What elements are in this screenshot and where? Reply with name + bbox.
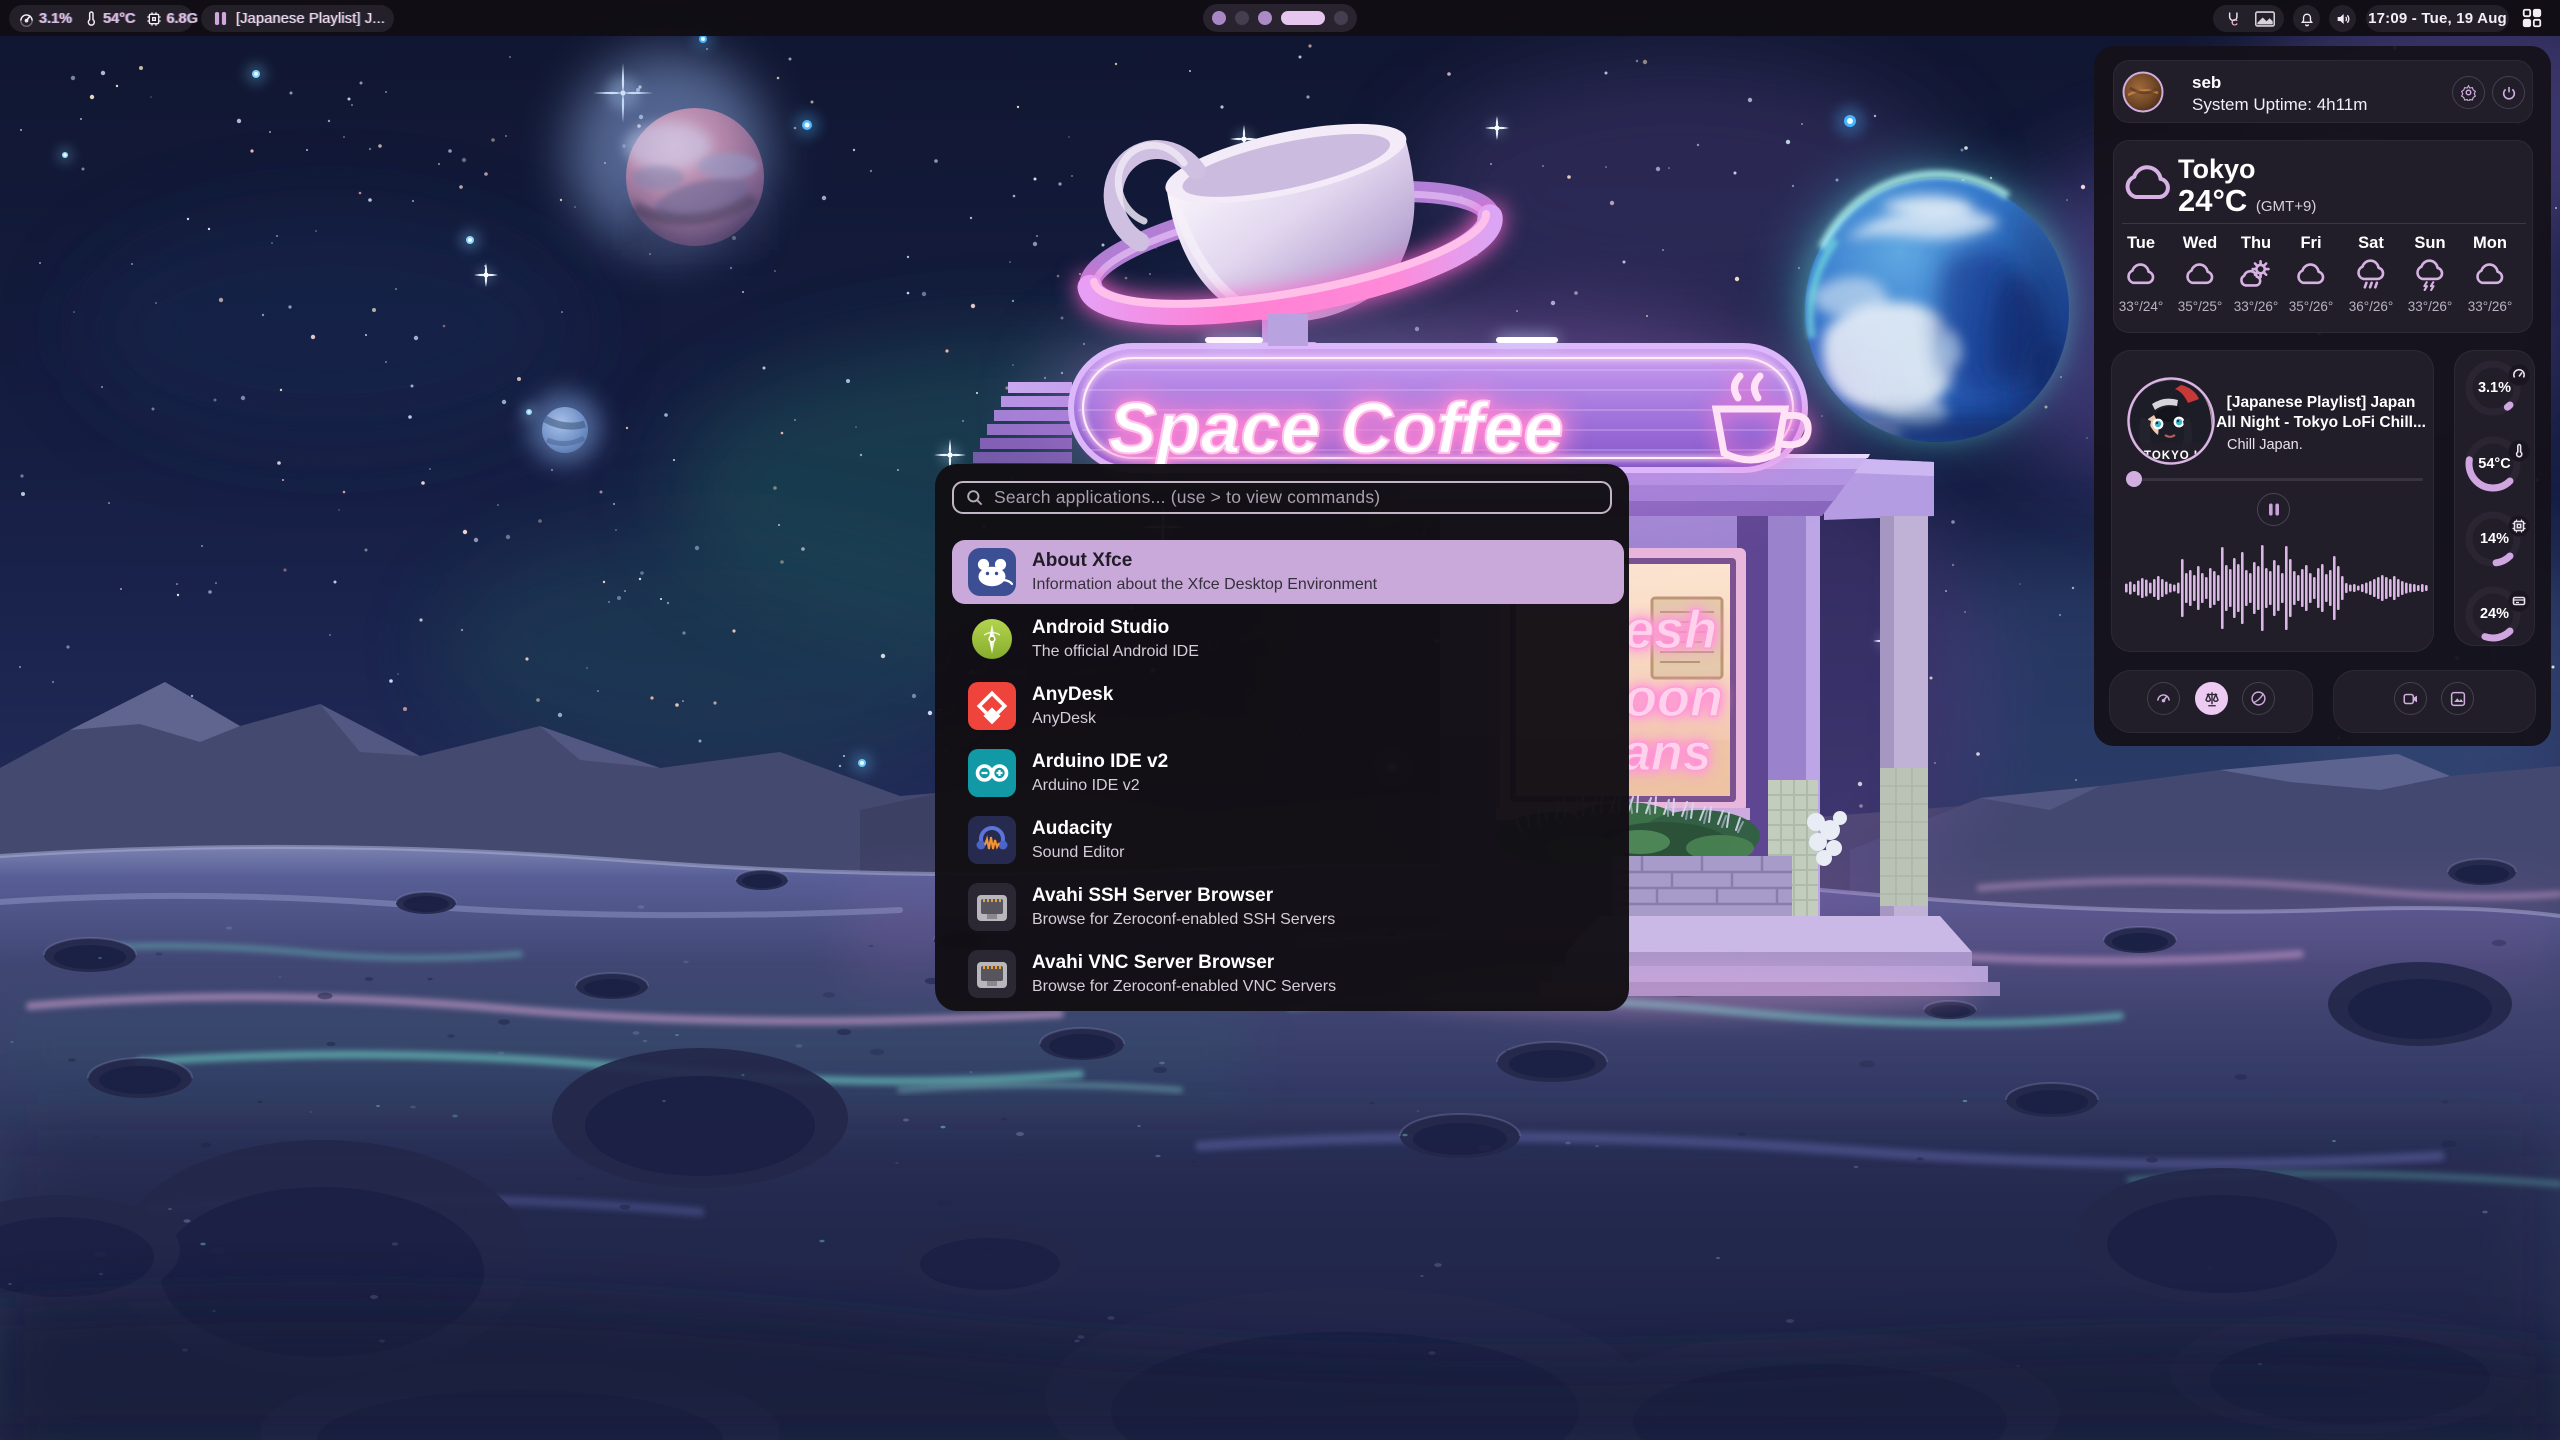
- svg-text:esh: esh: [1624, 600, 1717, 660]
- svg-text:Space Coffee: Space Coffee: [1109, 389, 1564, 469]
- svg-text:oon: oon: [1624, 668, 1723, 728]
- svg-text:C: C: [2231, 17, 2238, 26]
- svg-text:ans: ans: [1622, 724, 1712, 782]
